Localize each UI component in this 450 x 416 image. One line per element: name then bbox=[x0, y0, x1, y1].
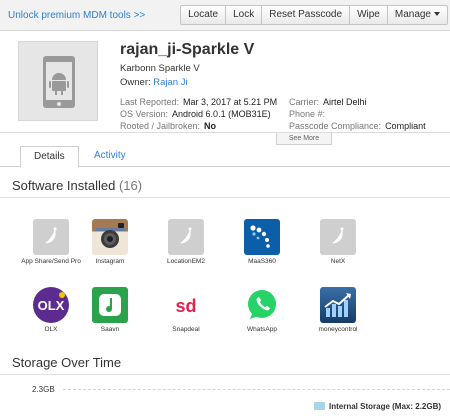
app-item[interactable]: Instagram bbox=[72, 219, 148, 265]
storage-divider bbox=[0, 374, 450, 375]
app-label: NetX bbox=[330, 258, 346, 265]
carrier-label: Carrier: bbox=[289, 97, 320, 107]
os-version-value: Android 6.0.1 (MOB31E) bbox=[172, 109, 271, 119]
device-actions: Locate Lock Reset Passcode Wipe Manage bbox=[180, 5, 448, 25]
device-model: Karbonn Sparkle V bbox=[120, 63, 200, 74]
whatsapp-icon bbox=[244, 287, 280, 323]
storage-axis-label: 2.3GB bbox=[32, 385, 55, 394]
android-phone-icon bbox=[43, 56, 75, 108]
app-label: Instagram bbox=[95, 258, 125, 265]
app-label: moneycontrol bbox=[318, 326, 358, 333]
app-label: Saavn bbox=[100, 326, 120, 333]
reset-passcode-button[interactable]: Reset Passcode bbox=[261, 5, 351, 25]
last-reported-row: Last Reported: Mar 3, 2017 at 5.21 PM bbox=[120, 97, 277, 107]
rooted-row: Rooted / Jailbroken: No bbox=[120, 121, 216, 131]
app-label: MaaS360 bbox=[248, 258, 276, 265]
app-label: WhatsApp bbox=[247, 326, 277, 333]
legend-label: Internal Storage (Max: 2.2GB) bbox=[329, 402, 442, 411]
software-installed-heading: Software Installed (16) bbox=[12, 178, 142, 193]
generic-app-icon bbox=[168, 219, 204, 255]
tab-details[interactable]: Details bbox=[20, 146, 79, 168]
tab-bar: Details Activity bbox=[0, 142, 450, 168]
lock-button[interactable]: Lock bbox=[225, 5, 263, 25]
os-version-label: OS Version: bbox=[120, 109, 169, 119]
passcode-row: Passcode Compliance: Compliant bbox=[289, 121, 426, 131]
app-item[interactable]: sd Snapdeal bbox=[148, 287, 224, 333]
legend-swatch bbox=[314, 402, 325, 410]
locate-button[interactable]: Locate bbox=[180, 5, 227, 25]
app-item[interactable]: Saavn bbox=[72, 287, 148, 333]
device-name: rajan_ji-Sparkle V bbox=[120, 41, 255, 58]
snapdeal-icon: sd bbox=[168, 287, 204, 323]
wipe-button[interactable]: Wipe bbox=[349, 5, 388, 25]
header-divider bbox=[0, 132, 450, 133]
maas360-icon bbox=[244, 219, 280, 255]
app-item[interactable]: MaaS360 bbox=[224, 219, 300, 265]
owner-label: Owner: bbox=[120, 77, 151, 88]
manage-label: Manage bbox=[394, 9, 431, 20]
rooted-value: No bbox=[204, 121, 217, 131]
phone-row: Phone #: bbox=[289, 109, 329, 119]
top-toolbar: Unlock premium MDM tools >> Locate Lock … bbox=[0, 0, 450, 31]
storage-heading: Storage Over Time bbox=[12, 355, 122, 370]
saavn-icon bbox=[92, 287, 128, 323]
instagram-icon bbox=[92, 219, 128, 255]
svg-text:sd: sd bbox=[175, 296, 196, 316]
app-label: LocationEM2 bbox=[167, 258, 205, 265]
last-reported-value: Mar 3, 2017 at 5.21 PM bbox=[183, 97, 278, 107]
manage-dropdown-button[interactable]: Manage bbox=[386, 5, 448, 25]
svg-text:OLX: OLX bbox=[38, 298, 65, 313]
device-owner: Owner: Rajan Ji bbox=[120, 77, 188, 88]
rooted-label: Rooted / Jailbroken: bbox=[120, 121, 201, 131]
app-item[interactable]: LocationEM2 bbox=[148, 219, 224, 265]
storage-gridline bbox=[63, 389, 450, 390]
unlock-premium-link[interactable]: Unlock premium MDM tools >> bbox=[8, 10, 145, 21]
app-label: Snapdeal bbox=[172, 326, 200, 333]
generic-app-icon bbox=[33, 219, 69, 255]
app-item[interactable]: moneycontrol bbox=[300, 287, 376, 333]
olx-icon: OLX bbox=[33, 287, 69, 323]
software-divider bbox=[0, 197, 450, 198]
phone-label: Phone #: bbox=[289, 109, 326, 119]
last-reported-label: Last Reported: bbox=[120, 97, 180, 107]
carrier-row: Carrier: Airtel Delhi bbox=[289, 97, 367, 107]
app-item[interactable]: NetX bbox=[300, 219, 376, 265]
owner-link[interactable]: Rajan Ji bbox=[153, 77, 187, 88]
software-count: (16) bbox=[118, 178, 143, 193]
caret-down-icon bbox=[434, 12, 440, 16]
carrier-value: Airtel Delhi bbox=[323, 97, 367, 107]
generic-app-icon bbox=[320, 219, 356, 255]
device-avatar bbox=[18, 41, 98, 121]
software-title: Software Installed bbox=[12, 178, 116, 193]
storage-legend: Internal Storage (Max: 2.2GB) bbox=[314, 402, 441, 411]
tab-activity[interactable]: Activity bbox=[81, 146, 139, 168]
moneycontrol-icon bbox=[320, 287, 356, 323]
os-version-row: OS Version: Android 6.0.1 (MOB31E) bbox=[120, 109, 271, 119]
app-item[interactable]: WhatsApp bbox=[224, 287, 300, 333]
passcode-value: Compliant bbox=[385, 121, 426, 131]
passcode-label: Passcode Compliance: bbox=[289, 121, 382, 131]
